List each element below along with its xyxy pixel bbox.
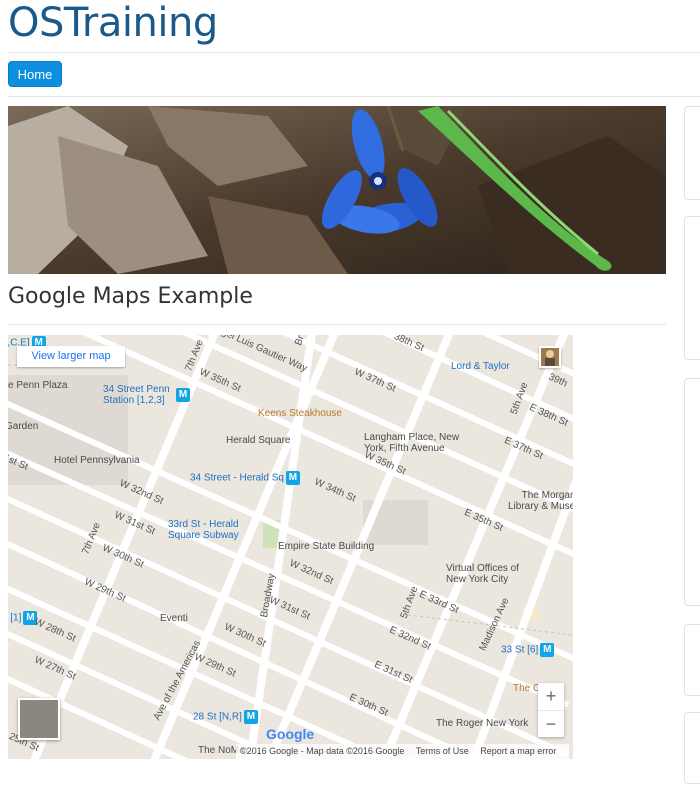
heading-divider [8, 324, 666, 325]
sidebar-module [684, 216, 700, 360]
metro-icon: M [540, 643, 555, 657]
map-label-poi: Herald Square [226, 435, 291, 446]
street-view-pegman-icon[interactable] [539, 346, 561, 368]
map-label-station: 33 St [6] M [501, 643, 555, 657]
google-map[interactable]: [A,C,E]M gel Luis Gautier Way Br 38th St… [8, 335, 573, 759]
map-label-poi: Lord & Taylor [451, 361, 510, 372]
map-label-poi: The Roger New York [436, 718, 529, 729]
map-label-poi: The C [513, 683, 541, 694]
map-attribution: ©2016 Google - Map data ©2016 Google Ter… [236, 744, 570, 759]
map-label-poi: The MorganLibrary & Museum [508, 490, 573, 512]
map-label-poi: e Penn Plaza [8, 380, 68, 391]
map-label-poi: Garden [8, 421, 39, 432]
sidebar-module [684, 624, 700, 696]
metro-icon: M [243, 710, 258, 724]
site-title[interactable]: OSTraining [8, 0, 218, 46]
zoom-control: + − [538, 683, 564, 737]
report-map-error-link[interactable]: Report a map error [480, 746, 556, 756]
map-label-poi: Eventi [160, 613, 188, 624]
zoom-in-button[interactable]: + [538, 683, 564, 711]
terms-of-use-link[interactable]: Terms of Use [416, 746, 469, 756]
hero-image [8, 106, 666, 274]
google-logo: Google [266, 726, 315, 742]
page-heading: Google Maps Example [8, 284, 253, 309]
sidebar-module [684, 106, 700, 200]
map-label-station: 34 Street - Herald Sq M [190, 471, 300, 485]
map-label-poi: Hotel Pennsylvania [54, 455, 140, 466]
map-label-station: 33rd St - Herald Square Subway [168, 519, 239, 541]
map-label-poi: Keens Steakhouse [258, 408, 342, 419]
sidebar-module [684, 378, 700, 606]
home-nav-button[interactable]: Home [8, 61, 62, 87]
zoom-out-button[interactable]: − [538, 711, 564, 738]
map-label-station: 28 St [N,R] M [193, 710, 258, 724]
map-copyright: ©2016 Google - Map data ©2016 Google [240, 746, 405, 756]
map-label-poi: Empire State Building [278, 541, 375, 552]
metro-icon: M [285, 471, 300, 485]
map-label-poi: Langham Place, New York, Fifth Avenue [364, 432, 460, 454]
satellite-toggle[interactable] [18, 698, 60, 740]
map-label-station: 34 Street Penn Station [1,2,3] [103, 384, 170, 406]
metro-icon: M [176, 388, 190, 402]
header-divider [8, 52, 700, 53]
map-label-poi: Virtual Offices of New York City [446, 563, 519, 585]
sidebar-module [684, 712, 700, 784]
view-larger-map-link[interactable]: View larger map [17, 346, 125, 367]
nav-divider [8, 96, 700, 97]
